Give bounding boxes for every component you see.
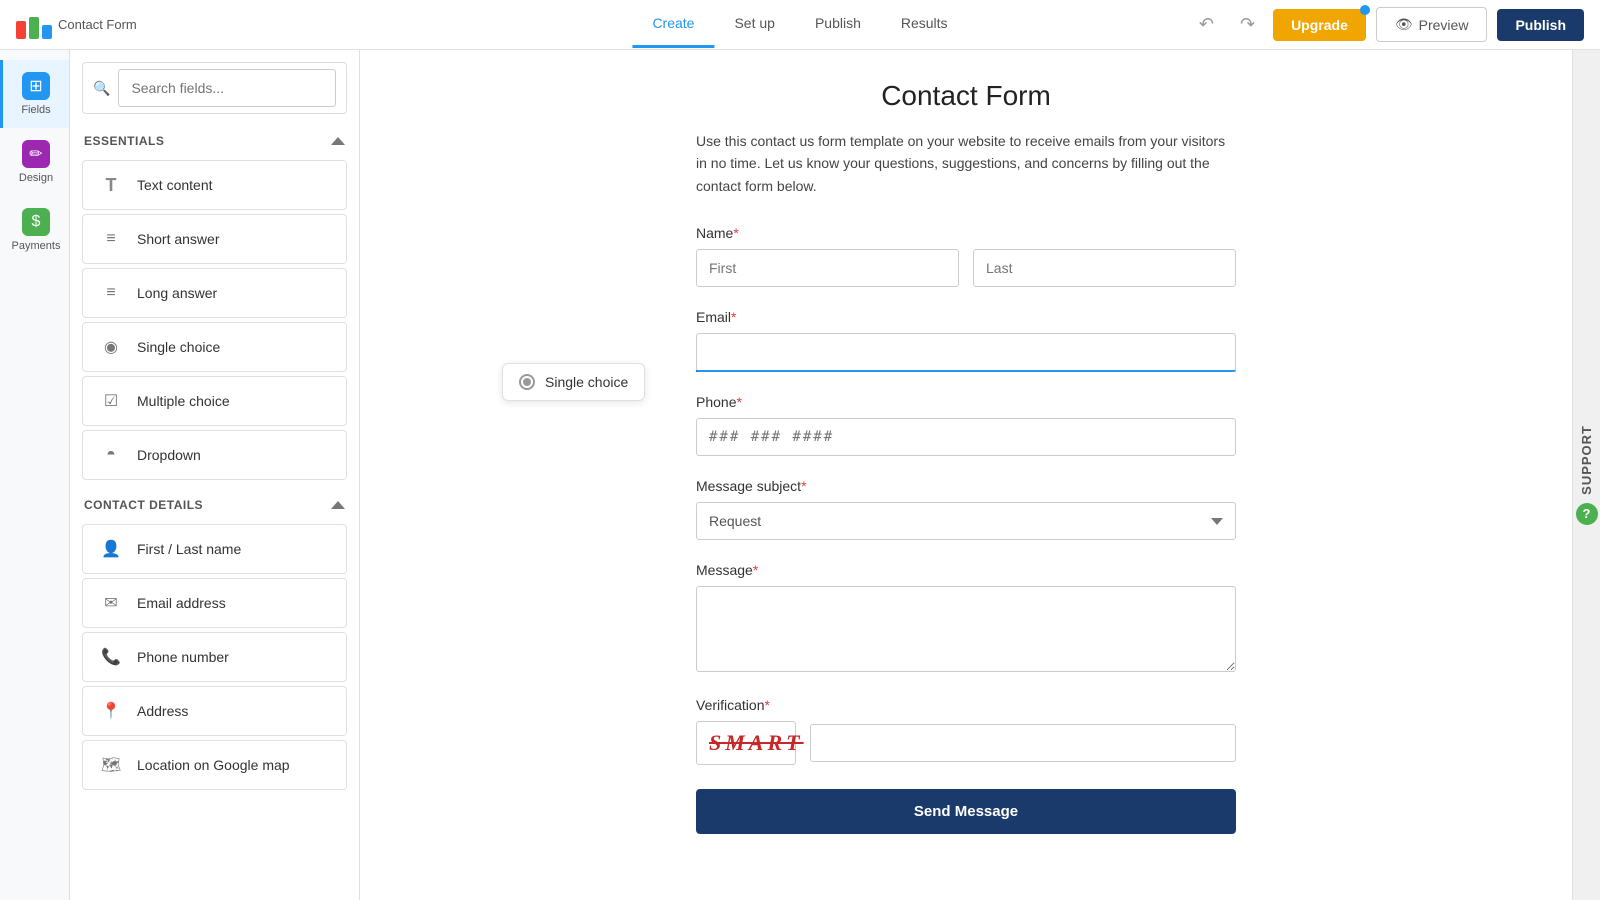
eye-icon: 👁 xyxy=(1395,16,1413,33)
form-area: Contact Form Use this contact us form te… xyxy=(360,50,1572,900)
message-label: Message* xyxy=(696,562,1236,578)
support-label: SUPPORT xyxy=(1579,425,1594,495)
form-description: Use this contact us form template on you… xyxy=(696,130,1236,197)
message-subject-field: Message subject* Request Question Compla… xyxy=(696,478,1236,540)
message-field: Message* xyxy=(696,562,1236,675)
field-phone-number[interactable]: 📞 Phone number xyxy=(82,632,347,682)
contact-details-collapse-icon[interactable] xyxy=(331,501,345,509)
fields-label: Fields xyxy=(21,104,50,116)
phone-label: Phone* xyxy=(696,394,1236,410)
captcha-input[interactable] xyxy=(810,724,1236,762)
field-email-address[interactable]: ✉ Email address xyxy=(82,578,347,628)
verification-field: Verification* SMART xyxy=(696,697,1236,765)
payments-icon: $ xyxy=(22,208,50,236)
nav-publish[interactable]: Publish xyxy=(795,1,881,48)
design-icon: ✏ xyxy=(22,140,50,168)
email-label: Email* xyxy=(696,309,1236,325)
support-bar[interactable]: SUPPORT ? xyxy=(1572,50,1600,900)
logo-icon xyxy=(16,11,52,39)
essentials-collapse-icon[interactable] xyxy=(331,137,345,145)
preview-button[interactable]: 👁 Preview xyxy=(1376,7,1488,42)
nav-right: ↶ ↷ Upgrade 👁 Preview Publish xyxy=(1191,7,1584,42)
form-title: Contact Form xyxy=(400,80,1532,112)
last-name-input[interactable] xyxy=(973,249,1236,287)
name-label: Name* xyxy=(696,225,1236,241)
field-dropdown[interactable]: ◓ Dropdown xyxy=(82,430,347,480)
topbar: Contact Form Create Set up Publish Resul… xyxy=(0,0,1600,50)
search-icon: 🔍 xyxy=(93,80,110,97)
name-row xyxy=(696,249,1236,287)
short-answer-icon: ≡ xyxy=(97,225,125,253)
dropdown-icon: ◓ xyxy=(97,441,125,469)
single-choice-icon: ◉ xyxy=(97,333,125,361)
nav-create[interactable]: Create xyxy=(632,1,714,48)
support-chat-icon[interactable]: ? xyxy=(1576,503,1598,525)
radio-inner xyxy=(523,378,531,386)
field-location-google-map[interactable]: 🗺 Location on Google map xyxy=(82,740,347,790)
name-field: Name* xyxy=(696,225,1236,287)
icon-sidebar: ⊞ Fields ✏ Design $ Payments xyxy=(0,50,70,900)
search-input[interactable] xyxy=(118,69,336,107)
field-first-last-name[interactable]: 👤 First / Last name xyxy=(82,524,347,574)
form-body: Name* Email* Phone* xyxy=(696,225,1236,834)
field-long-answer[interactable]: ≡ Long answer xyxy=(82,268,347,318)
essentials-header: ESSENTIALS xyxy=(70,128,359,156)
phone-field: Phone* xyxy=(696,394,1236,456)
field-address[interactable]: 📍 Address xyxy=(82,686,347,736)
payments-label: Payments xyxy=(12,240,61,252)
radio-circle-icon xyxy=(519,374,535,390)
phone-icon: 📞 xyxy=(97,643,125,671)
send-message-button[interactable]: Send Message xyxy=(696,789,1236,834)
floating-single-choice-tooltip: Single choice xyxy=(502,363,645,401)
email-field: Email* xyxy=(696,309,1236,372)
fields-panel: 🔍 ESSENTIALS T Text content ≡ Short answ… xyxy=(70,50,360,900)
nav-setup[interactable]: Set up xyxy=(714,1,794,48)
field-short-answer[interactable]: ≡ Short answer xyxy=(82,214,347,264)
publish-button[interactable]: Publish xyxy=(1497,9,1584,41)
email-input-wrap xyxy=(696,333,1236,372)
undo-button[interactable]: ↶ xyxy=(1191,10,1222,39)
sidebar-item-fields[interactable]: ⊞ Fields xyxy=(0,60,69,128)
email-input[interactable] xyxy=(696,333,1236,372)
message-textarea[interactable] xyxy=(696,586,1236,672)
sidebar-item-design[interactable]: ✏ Design xyxy=(0,128,69,196)
message-subject-select[interactable]: Request Question Complaint Other xyxy=(696,502,1236,540)
redo-button[interactable]: ↷ xyxy=(1232,10,1263,39)
long-answer-icon: ≡ xyxy=(97,279,125,307)
nav-center: Create Set up Publish Results xyxy=(632,1,967,48)
first-name-input[interactable] xyxy=(696,249,959,287)
verification-row: SMART xyxy=(696,721,1236,765)
logo: Contact Form xyxy=(16,11,137,39)
address-icon: 📍 xyxy=(97,697,125,725)
search-bar[interactable]: 🔍 xyxy=(82,62,347,114)
person-icon: 👤 xyxy=(97,535,125,563)
fields-icon: ⊞ xyxy=(22,72,50,100)
verification-label: Verification* xyxy=(696,697,1236,713)
upgrade-dot xyxy=(1360,5,1370,15)
logo-text: Contact Form xyxy=(58,17,137,32)
field-single-choice[interactable]: ◉ Single choice xyxy=(82,322,347,372)
design-label: Design xyxy=(19,172,53,184)
main-layout: ⊞ Fields ✏ Design $ Payments 🔍 ESSENTIAL… xyxy=(0,50,1600,900)
phone-input[interactable] xyxy=(696,418,1236,456)
contact-details-header: CONTACT DETAILS xyxy=(70,492,359,520)
email-icon: ✉ xyxy=(97,589,125,617)
sidebar-item-payments[interactable]: $ Payments xyxy=(0,196,69,264)
multiple-choice-icon: ☑ xyxy=(97,387,125,415)
field-text-content[interactable]: T Text content xyxy=(82,160,347,210)
message-subject-label: Message subject* xyxy=(696,478,1236,494)
field-multiple-choice[interactable]: ☑ Multiple choice xyxy=(82,376,347,426)
text-content-icon: T xyxy=(97,171,125,199)
map-icon: 🗺 xyxy=(97,751,125,779)
captcha-image: SMART xyxy=(696,721,796,765)
nav-results[interactable]: Results xyxy=(881,1,968,48)
upgrade-button[interactable]: Upgrade xyxy=(1273,9,1366,41)
